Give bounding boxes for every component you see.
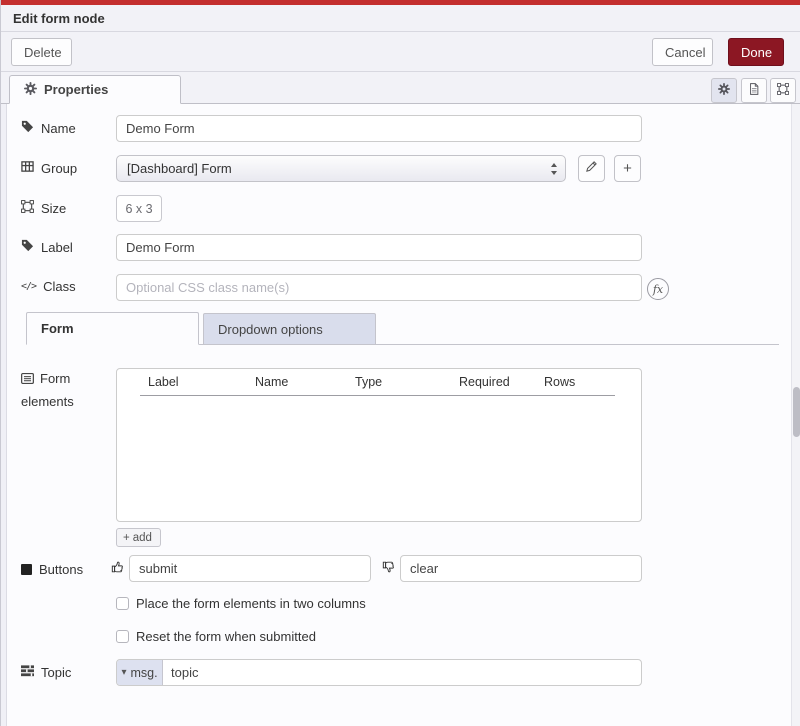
group-select[interactable]: [Dashboard] Form [116,155,566,182]
dialog-toolbar: Delete Cancel Done [1,32,800,72]
topic-type-label: msg. [130,666,157,680]
form-subtabs: Form Dropdown options [26,313,779,345]
label-input[interactable] [116,234,642,261]
gear-icon [24,82,37,98]
editor-tabbar: Properties [1,72,800,104]
thumbs-up-icon [111,560,125,574]
topic-field-label: Topic [21,664,71,680]
column-header: Rows [544,375,575,389]
object-group-icon [777,83,789,98]
column-header: Name [255,375,288,389]
square-icon [21,564,32,575]
topic-type-select[interactable]: ▾ msg. [117,660,163,685]
description-tab-button[interactable] [741,78,767,103]
pencil-icon [585,160,598,177]
properties-tab-button[interactable] [711,78,737,103]
edit-group-button[interactable] [578,155,605,182]
name-input[interactable] [116,115,642,142]
tasks-icon [21,664,34,680]
add-element-label: add [133,532,152,544]
column-header: Required [459,375,510,389]
clear-button-text-input[interactable] [400,555,642,582]
table-icon [21,160,34,176]
checkbox-label: Reset the form when submitted [136,629,316,644]
thumbs-down-icon [382,560,396,574]
group-field-label: Group [21,160,77,176]
list-alt-icon [21,370,34,391]
add-element-button[interactable]: + add [116,528,161,547]
topic-value-input[interactable] [163,660,641,685]
checkbox[interactable] [116,630,129,643]
plus-icon: + [623,160,632,177]
cancel-button[interactable]: Cancel [652,38,713,66]
checkbox-label: Place the form elements in two columns [136,596,366,611]
form-elements-label: Form elements [21,368,103,412]
caret-down-icon: ▾ [121,667,126,678]
add-group-button[interactable]: + [614,155,641,182]
label-field-label: Label [21,239,73,255]
properties-panel: Name Group [Dashboard] Form + Size 6 x 3 [1,104,800,726]
buttons-field-label: Buttons [21,562,83,577]
edit-form-node-dialog: Edit form node Delete Cancel Done Proper… [0,0,800,726]
tab-properties[interactable]: Properties [9,75,181,104]
column-header: Label [148,375,179,389]
form-elements-table[interactable]: Label Name Type Required Rows [116,368,642,522]
select-arrows-icon [550,162,558,179]
column-header: Type [355,375,382,389]
delete-button[interactable]: Delete [11,38,72,66]
code-icon: </> [21,281,36,292]
checkbox[interactable] [116,597,129,610]
dialog-header: Edit form node [1,5,800,32]
tag-icon [21,120,34,136]
done-button[interactable]: Done [728,38,784,66]
plus-icon: + [123,532,130,544]
tab-form[interactable]: Form [26,312,199,345]
scrollbar-track[interactable] [791,104,800,726]
group-select-value: [Dashboard] Form [127,161,232,176]
size-button[interactable]: 6 x 3 [116,195,162,222]
tab-properties-label: Properties [44,82,108,97]
object-group-icon [21,200,34,216]
two-columns-option[interactable]: Place the form elements in two columns [116,596,366,611]
gear-icon [718,83,730,98]
tray-edge [1,104,7,726]
dialog-title: Edit form node [13,11,105,26]
appearance-tab-button[interactable] [770,78,796,103]
tag-icon [21,239,34,255]
name-field-label: Name [21,120,76,136]
class-input[interactable] [116,274,642,301]
reset-on-submit-option[interactable]: Reset the form when submitted [116,629,316,644]
class-field-label: </> Class [21,279,76,294]
topic-typed-input: ▾ msg. [116,659,642,686]
scrollbar-thumb[interactable] [793,387,800,437]
tab-dropdown-options[interactable]: Dropdown options [203,313,376,344]
expression-fx-button[interactable]: fx [647,278,669,300]
table-header-divider [140,395,615,396]
size-field-label: Size [21,200,66,216]
submit-button-text-input[interactable] [129,555,371,582]
file-icon [748,83,760,98]
